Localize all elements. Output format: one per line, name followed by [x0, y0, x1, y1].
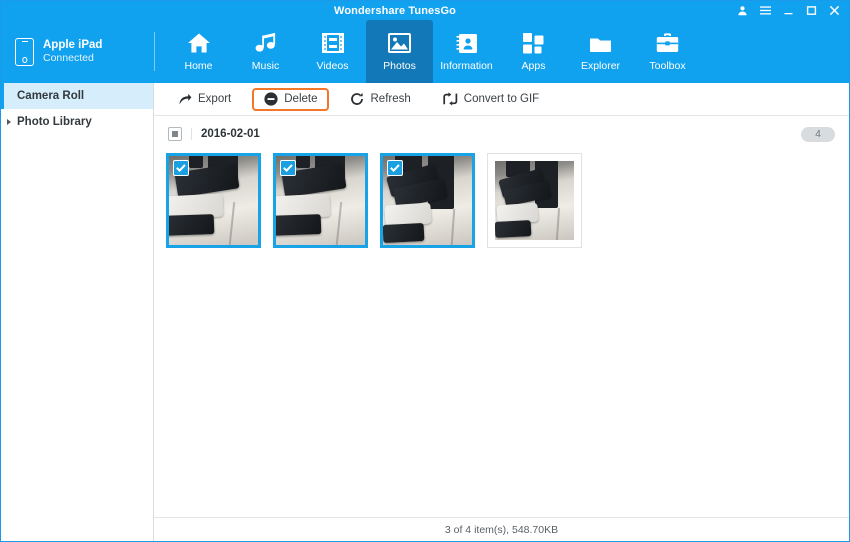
toolbar-button-label: Refresh: [370, 93, 411, 105]
main-navigation: Home Music Videos Photos Information App…: [155, 20, 701, 83]
app-body: Camera Roll Photo Library Export Delete …: [1, 83, 849, 541]
main-panel: Export Delete Refresh Convert to GIF 201…: [154, 83, 849, 541]
photo-icon: [388, 29, 411, 57]
sidebar-item-label: Camera Roll: [17, 90, 85, 102]
minimize-button[interactable]: [782, 4, 795, 17]
nav-label: Home: [184, 60, 213, 72]
select-all-checkbox[interactable]: [168, 127, 182, 141]
photo-thumbnail-3[interactable]: [380, 153, 475, 248]
nav-item-photos[interactable]: Photos: [366, 20, 433, 83]
nav-label: Toolbox: [649, 60, 686, 72]
photo-checkbox[interactable]: [173, 160, 189, 176]
nav-label: Music: [251, 60, 280, 72]
nav-item-music[interactable]: Music: [232, 20, 299, 83]
export-button[interactable]: Export: [166, 88, 242, 111]
account-icon[interactable]: [736, 4, 749, 17]
photo-checkbox[interactable]: [387, 160, 403, 176]
toolbar-button-label: Export: [198, 93, 232, 105]
menu-icon[interactable]: [759, 4, 772, 17]
export-arrow-icon: [177, 92, 192, 107]
photo-thumbnail-1[interactable]: [166, 153, 261, 248]
status-bar: 3 of 4 item(s), 548.70KB: [154, 517, 849, 541]
phone-icon: [15, 37, 34, 66]
nav-item-toolbox[interactable]: Toolbox: [634, 20, 701, 83]
toolbar-button-label: Convert to GIF: [463, 93, 540, 105]
sidebar: Camera Roll Photo Library: [1, 83, 154, 541]
nav-item-videos[interactable]: Videos: [299, 20, 366, 83]
music-note-icon: [255, 29, 277, 57]
photo-checkbox[interactable]: [280, 160, 296, 176]
nav-item-apps[interactable]: Apps: [500, 20, 567, 83]
photo-grid: [154, 147, 849, 517]
application-window: Wondershare TunesGo Apple iPad Connected…: [0, 0, 850, 542]
album-date: 2016-02-01: [201, 128, 260, 140]
window-controls: [736, 1, 841, 20]
sidebar-item-camera-roll[interactable]: Camera Roll: [1, 83, 153, 109]
connected-device[interactable]: Apple iPad Connected: [1, 20, 155, 83]
maximize-button[interactable]: [805, 4, 818, 17]
nav-item-explorer[interactable]: Explorer: [567, 20, 634, 83]
chevron-right-icon: [7, 119, 11, 125]
nav-item-information[interactable]: Information: [433, 20, 500, 83]
album-count-badge: 4: [801, 126, 835, 142]
album-header: 2016-02-01 4: [154, 121, 849, 147]
photo-image: [495, 161, 574, 240]
home-icon: [187, 29, 211, 57]
photo-thumbnail-4[interactable]: [487, 153, 582, 248]
refresh-button[interactable]: Refresh: [339, 88, 422, 111]
folder-icon: [589, 29, 612, 57]
device-name: Apple iPad: [43, 38, 103, 51]
nav-item-home[interactable]: Home: [165, 20, 232, 83]
grid-icon: [523, 29, 544, 57]
action-toolbar: Export Delete Refresh Convert to GIF: [154, 83, 849, 116]
divider: [191, 128, 192, 140]
sidebar-item-photo-library[interactable]: Photo Library: [1, 109, 153, 135]
sidebar-item-label: Photo Library: [17, 116, 92, 128]
nav-label: Videos: [316, 60, 349, 72]
nav-label: Information: [440, 60, 493, 72]
film-strip-icon: [321, 29, 344, 57]
nav-label: Explorer: [580, 60, 621, 72]
title-bar: Wondershare TunesGo: [1, 1, 849, 20]
convert-to-gif-button[interactable]: Convert to GIF: [432, 88, 550, 111]
app-title: Wondershare TunesGo: [334, 4, 456, 17]
status-text: 3 of 4 item(s), 548.70KB: [444, 523, 559, 536]
delete-button[interactable]: Delete: [252, 87, 329, 111]
nav-label: Apps: [521, 60, 546, 72]
device-status: Connected: [43, 52, 94, 65]
nav-label: Photos: [383, 60, 416, 72]
toolbar-button-label: Delete: [284, 93, 318, 105]
photo-thumbnail-2[interactable]: [273, 153, 368, 248]
briefcase-icon: [656, 29, 679, 57]
contact-card-icon: [456, 29, 478, 57]
convert-icon: [443, 92, 458, 107]
app-header: Apple iPad Connected Home Music Videos P…: [1, 20, 849, 83]
refresh-icon: [350, 92, 365, 107]
close-button[interactable]: [828, 4, 841, 17]
minus-circle-icon: [263, 92, 278, 107]
